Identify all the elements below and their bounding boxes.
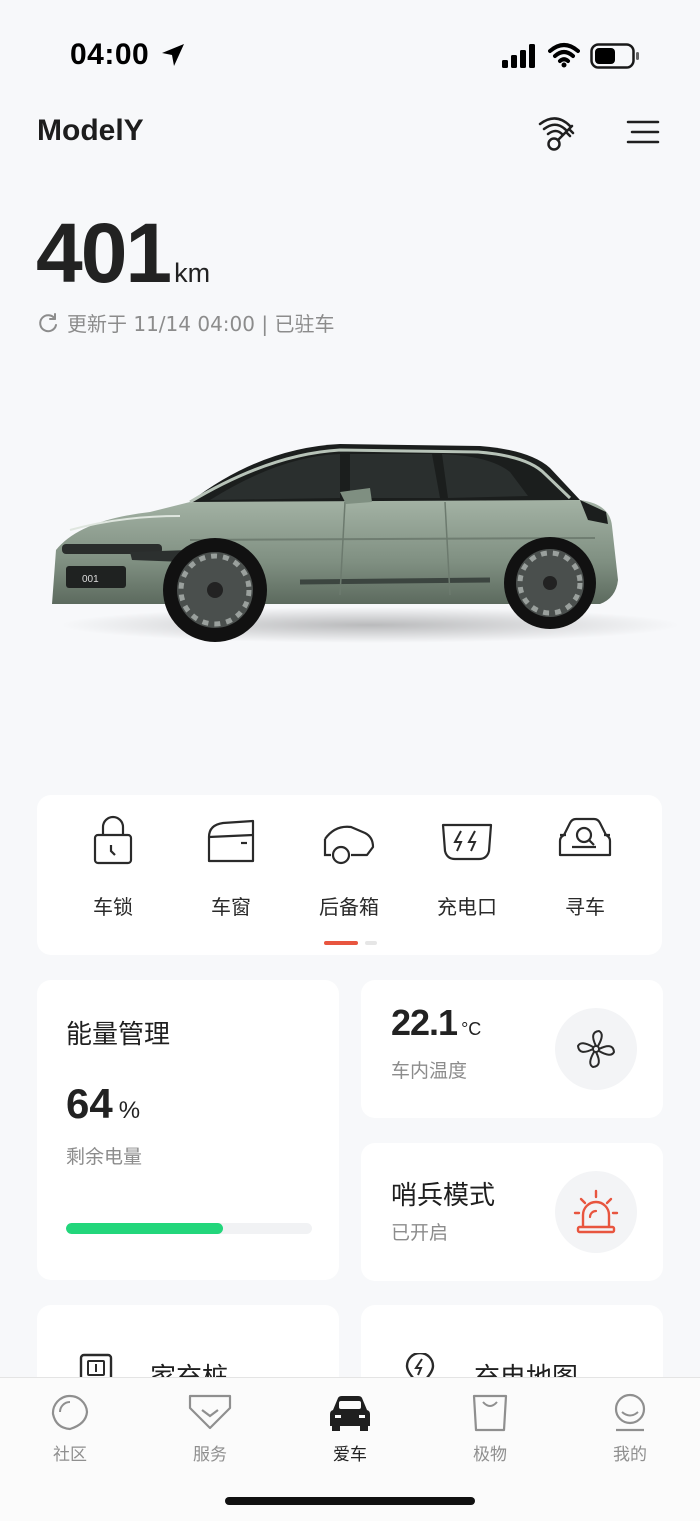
wifi-icon <box>548 43 580 68</box>
home-indicator[interactable] <box>225 1497 475 1505</box>
sentry-status: 已开启 <box>391 1222 449 1244</box>
climate-toggle-button[interactable] <box>555 1008 637 1090</box>
temperature-unit: °C <box>461 1019 482 1039</box>
lock-control[interactable]: 车锁 <box>54 815 172 920</box>
shop-icon <box>472 1394 508 1432</box>
status-time: 04:00 <box>70 38 150 71</box>
alarm-siren-icon <box>573 1189 619 1234</box>
sentry-toggle-button[interactable] <box>555 1171 637 1253</box>
update-status-text: 更新于 11/14 04:00 | 已驻车 <box>67 312 335 336</box>
car-icon <box>330 1396 370 1431</box>
lock-icon <box>93 815 133 865</box>
charge-port-icon <box>441 823 493 861</box>
battery-bar <box>66 1223 312 1234</box>
car-illustration: 001 <box>52 444 680 643</box>
tab-my-car-label: 爱车 <box>333 1445 367 1465</box>
tab-shop-label: 极物 <box>473 1445 507 1465</box>
vehicle-model-title: ModelY <box>37 114 144 147</box>
update-status[interactable]: 更新于 11/14 04:00 | 已驻车 <box>37 308 334 337</box>
battery-unit: % <box>118 1097 141 1124</box>
quick-controls-card: 车锁 车窗 后备箱 充电口 寻车 <box>37 795 662 955</box>
cellular-signal-icon <box>502 44 535 68</box>
tab-community-label: 社区 <box>53 1445 87 1465</box>
trunk-icon <box>323 825 375 865</box>
climate-card[interactable]: 22.1 °C 车内温度 <box>361 980 663 1118</box>
energy-title: 能量管理 <box>66 1020 171 1050</box>
temperature-label: 车内温度 <box>391 1060 468 1082</box>
service-icon <box>188 1394 232 1430</box>
fan-icon <box>577 1030 615 1068</box>
trunk-control[interactable]: 后备箱 <box>290 815 408 920</box>
sentry-mode-card[interactable]: 哨兵模式 已开启 <box>361 1143 663 1281</box>
range-unit: km <box>174 258 211 288</box>
charge-port-control[interactable]: 充电口 <box>408 815 526 920</box>
tab-profile-label: 我的 <box>613 1445 647 1465</box>
tab-service-label: 服务 <box>193 1445 227 1465</box>
find-car-control[interactable]: 寻车 <box>526 815 644 920</box>
cabin-temperature: 22.1 °C <box>391 1002 481 1044</box>
wireless-key-icon <box>538 117 575 151</box>
battery-icon <box>590 43 639 69</box>
find-car-label: 寻车 <box>565 895 605 919</box>
header: ModelY <box>0 110 700 170</box>
refresh-icon <box>39 312 57 332</box>
temperature-value: 22.1 <box>391 1002 458 1043</box>
page-dot-active <box>324 941 358 945</box>
range-display: 401 km <box>36 205 210 300</box>
battery-value: 64 <box>66 1080 113 1127</box>
tab-service[interactable]: 服务 <box>150 1392 270 1465</box>
charge-port-label: 充电口 <box>437 895 497 919</box>
profile-icon <box>614 1393 646 1432</box>
range-value: 401 <box>36 206 172 300</box>
battery-label: 剩余电量 <box>66 1146 143 1168</box>
lock-label: 车锁 <box>93 895 133 919</box>
sentry-title: 哨兵模式 <box>391 1181 496 1211</box>
window-icon <box>207 819 255 863</box>
location-arrow-icon <box>162 44 184 66</box>
trunk-label: 后备箱 <box>319 895 379 919</box>
menu-button[interactable] <box>622 110 662 158</box>
tab-shop[interactable]: 极物 <box>430 1392 550 1465</box>
window-label: 车窗 <box>211 895 251 919</box>
energy-management-card[interactable]: 能量管理 64% 剩余电量 <box>37 980 339 1280</box>
battery-percentage: 64% <box>66 1080 140 1128</box>
tab-my-car[interactable]: 爱车 <box>290 1392 410 1465</box>
status-bar: 04:00 <box>0 0 700 110</box>
tab-profile[interactable]: 我的 <box>570 1392 690 1465</box>
license-plate: 001 <box>82 574 99 585</box>
find-car-icon <box>558 817 612 857</box>
window-control[interactable]: 车窗 <box>172 815 290 920</box>
vehicle-image[interactable]: 001 <box>40 420 680 660</box>
battery-bar-fill <box>66 1223 224 1234</box>
tab-community[interactable]: 社区 <box>10 1392 130 1465</box>
hamburger-menu-icon <box>626 120 660 144</box>
page-dot-inactive <box>365 941 377 945</box>
community-icon <box>51 1394 89 1431</box>
digital-key-button[interactable] <box>534 110 582 158</box>
